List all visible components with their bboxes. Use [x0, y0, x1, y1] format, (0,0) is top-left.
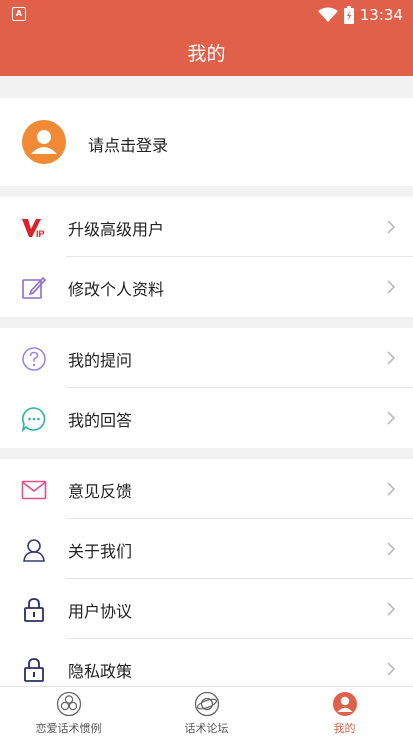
menu-label: 修改个人资料 [68, 280, 165, 299]
flower-icon [56, 691, 82, 717]
avatar[interactable] [22, 120, 66, 164]
menu-item-my-questions[interactable]: 我的提问 [0, 328, 413, 388]
a-icon: A [12, 7, 26, 21]
chevron-right-icon [387, 351, 396, 365]
login-prompt[interactable]: 请点击登录 [88, 132, 168, 156]
planet-icon [194, 691, 220, 717]
chevron-right-icon [387, 280, 396, 294]
status-right: 13:34 [317, 4, 403, 26]
chevron-right-icon [387, 542, 396, 556]
user-silhouette-icon [31, 130, 57, 154]
edit-icon [22, 276, 47, 299]
group-qa: 我的提问 我的回答 [0, 328, 413, 448]
menu-item-about-us[interactable]: 关于我们 [0, 519, 413, 579]
svg-text:IP: IP [36, 229, 45, 239]
chevron-right-icon [387, 602, 396, 616]
tab-label: 我的 [333, 722, 356, 735]
tab-tactics[interactable]: 恋爱话术惯例 [0, 687, 137, 736]
app-bar: 我的 [0, 30, 413, 76]
menu-label: 我的回答 [68, 411, 133, 430]
user-icon [333, 692, 357, 716]
menu-item-user-agreement[interactable]: 用户协议 [0, 579, 413, 639]
tab-mine[interactable]: 我的 [276, 687, 413, 736]
chat-icon [21, 407, 46, 432]
menu-item-upgrade[interactable]: IP 升级高级用户 [0, 197, 413, 257]
menu-label: 用户协议 [68, 602, 133, 621]
login-row[interactable]: 请点击登录 [0, 98, 413, 186]
menu-item-feedback[interactable]: 意见反馈 [0, 459, 413, 519]
menu-item-my-answers[interactable]: 我的回答 [0, 388, 413, 448]
tab-forum[interactable]: 话术论坛 [138, 687, 275, 736]
menu-item-edit-profile[interactable]: 修改个人资料 [0, 257, 413, 317]
group-info: 意见反馈 关于我们 用户协议 隐私政策 [0, 459, 413, 699]
person-icon [23, 539, 45, 562]
mail-icon [21, 480, 47, 500]
group-account: IP 升级高级用户 修改个人资料 [0, 197, 413, 317]
menu-label: 关于我们 [68, 542, 133, 561]
status-bar: A 13:34 [0, 0, 413, 30]
chevron-right-icon [387, 411, 396, 425]
wifi-icon [317, 7, 338, 22]
menu-label: 升级高级用户 [68, 220, 165, 239]
status-time: 13:34 [359, 6, 403, 24]
battery-icon [343, 6, 354, 24]
lock-icon [24, 658, 44, 682]
question-icon [22, 347, 46, 371]
tab-label: 话术论坛 [184, 722, 229, 735]
page-title: 我的 [187, 43, 226, 65]
chevron-right-icon [387, 662, 396, 676]
menu-label: 隐私政策 [68, 662, 133, 681]
lock-icon [24, 598, 44, 622]
vip-icon: IP [22, 219, 45, 239]
chevron-right-icon [387, 482, 396, 496]
tab-label: 恋爱话术惯例 [35, 722, 102, 735]
bottom-tab-bar: 恋爱话术惯例 话术论坛 我的 [0, 686, 413, 736]
menu-label: 我的提问 [68, 351, 133, 370]
chevron-right-icon [387, 220, 396, 234]
menu-label: 意见反馈 [68, 482, 133, 501]
